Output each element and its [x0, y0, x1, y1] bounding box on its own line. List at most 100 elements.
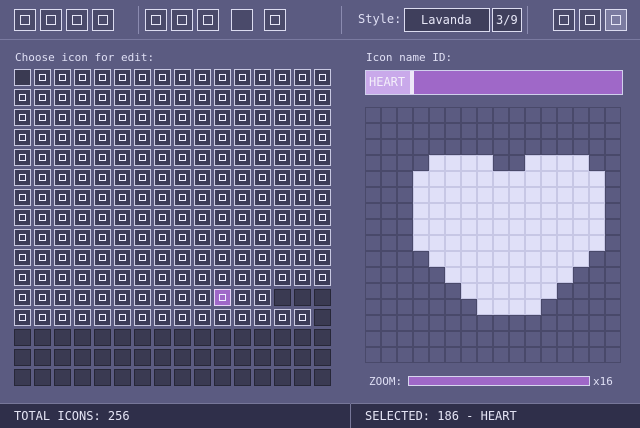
editor-pixel[interactable]: [589, 107, 605, 123]
icon-cell[interactable]: [54, 289, 71, 306]
icon-cell[interactable]: [294, 269, 311, 286]
editor-pixel[interactable]: [397, 155, 413, 171]
icon-cell[interactable]: [74, 309, 91, 326]
icon-cell[interactable]: [154, 109, 171, 126]
editor-pixel[interactable]: [477, 155, 493, 171]
editor-pixel[interactable]: [429, 331, 445, 347]
icon-cell[interactable]: [74, 169, 91, 186]
editor-pixel[interactable]: [381, 251, 397, 267]
editor-pixel[interactable]: [397, 219, 413, 235]
icon-cell[interactable]: [254, 289, 271, 306]
editor-pixel[interactable]: [509, 235, 525, 251]
copy-icon-button[interactable]: [171, 9, 193, 31]
icon-cell[interactable]: [114, 269, 131, 286]
editor-pixel[interactable]: [461, 171, 477, 187]
editor-pixel[interactable]: [541, 235, 557, 251]
editor-pixel[interactable]: [397, 123, 413, 139]
editor-pixel[interactable]: [365, 235, 381, 251]
info-icon-button[interactable]: [579, 9, 601, 31]
icon-cell[interactable]: [274, 89, 291, 106]
icon-cell[interactable]: [254, 149, 271, 166]
icon-cell[interactable]: [214, 169, 231, 186]
icon-cell[interactable]: [114, 329, 131, 346]
icon-cell[interactable]: [294, 189, 311, 206]
editor-pixel[interactable]: [461, 331, 477, 347]
editor-pixel[interactable]: [477, 235, 493, 251]
editor-pixel[interactable]: [429, 251, 445, 267]
editor-pixel[interactable]: [365, 187, 381, 203]
icon-cell[interactable]: [134, 149, 151, 166]
editor-pixel[interactable]: [381, 235, 397, 251]
icon-cell[interactable]: [274, 149, 291, 166]
editor-pixel[interactable]: [429, 267, 445, 283]
editor-pixel[interactable]: [445, 251, 461, 267]
icon-cell[interactable]: [114, 129, 131, 146]
icon-cell[interactable]: [94, 169, 111, 186]
icon-cell[interactable]: [254, 69, 271, 86]
icon-cell[interactable]: [154, 369, 171, 386]
icon-cell[interactable]: [154, 309, 171, 326]
icon-cell[interactable]: [234, 149, 251, 166]
icon-cell[interactable]: [294, 129, 311, 146]
editor-pixel[interactable]: [413, 187, 429, 203]
editor-pixel[interactable]: [429, 315, 445, 331]
icon-cell[interactable]: [94, 69, 111, 86]
editor-pixel[interactable]: [477, 299, 493, 315]
editor-pixel[interactable]: [573, 315, 589, 331]
icon-cell[interactable]: [294, 349, 311, 366]
editor-pixel[interactable]: [525, 123, 541, 139]
editor-pixel[interactable]: [493, 251, 509, 267]
editor-pixel[interactable]: [509, 171, 525, 187]
editor-pixel[interactable]: [509, 107, 525, 123]
icon-cell[interactable]: [134, 69, 151, 86]
icon-cell[interactable]: [114, 109, 131, 126]
icon-cell[interactable]: [174, 229, 191, 246]
editor-pixel[interactable]: [573, 347, 589, 363]
icon-cell[interactable]: [154, 149, 171, 166]
editor-pixel[interactable]: [365, 139, 381, 155]
editor-pixel[interactable]: [461, 251, 477, 267]
editor-pixel[interactable]: [445, 331, 461, 347]
editor-pixel[interactable]: [413, 331, 429, 347]
icon-cell[interactable]: [134, 269, 151, 286]
icon-cell[interactable]: [274, 369, 291, 386]
icon-cell[interactable]: [214, 309, 231, 326]
editor-pixel[interactable]: [365, 283, 381, 299]
icon-cell[interactable]: [214, 329, 231, 346]
editor-pixel[interactable]: [445, 107, 461, 123]
icon-cell[interactable]: [14, 269, 31, 286]
icon-cell[interactable]: [14, 149, 31, 166]
editor-pixel[interactable]: [365, 155, 381, 171]
icon-cell[interactable]: [294, 109, 311, 126]
icon-cell[interactable]: [234, 89, 251, 106]
icon-cell[interactable]: [194, 109, 211, 126]
icon-cell[interactable]: [94, 129, 111, 146]
icon-cell[interactable]: [174, 189, 191, 206]
editor-pixel[interactable]: [365, 251, 381, 267]
editor-pixel[interactable]: [381, 315, 397, 331]
icon-cell[interactable]: [294, 209, 311, 226]
icon-cell[interactable]: [174, 169, 191, 186]
icon-cell[interactable]: [294, 169, 311, 186]
icon-cell[interactable]: [314, 109, 331, 126]
editor-pixel[interactable]: [429, 347, 445, 363]
editor-pixel[interactable]: [477, 107, 493, 123]
icon-cell[interactable]: [214, 149, 231, 166]
icon-cell[interactable]: [274, 169, 291, 186]
editor-pixel[interactable]: [525, 235, 541, 251]
icon-cell[interactable]: [254, 309, 271, 326]
icon-cell[interactable]: [154, 329, 171, 346]
icon-cell[interactable]: [54, 349, 71, 366]
icon-cell[interactable]: [154, 69, 171, 86]
icon-cell[interactable]: [114, 369, 131, 386]
icon-cell[interactable]: [214, 89, 231, 106]
icon-cell[interactable]: [14, 89, 31, 106]
icon-cell[interactable]: [94, 349, 111, 366]
editor-pixel[interactable]: [381, 219, 397, 235]
editor-pixel[interactable]: [573, 187, 589, 203]
editor-pixel[interactable]: [365, 219, 381, 235]
icon-cell[interactable]: [194, 269, 211, 286]
editor-pixel[interactable]: [541, 155, 557, 171]
icon-cell[interactable]: [114, 349, 131, 366]
icon-cell[interactable]: [134, 89, 151, 106]
